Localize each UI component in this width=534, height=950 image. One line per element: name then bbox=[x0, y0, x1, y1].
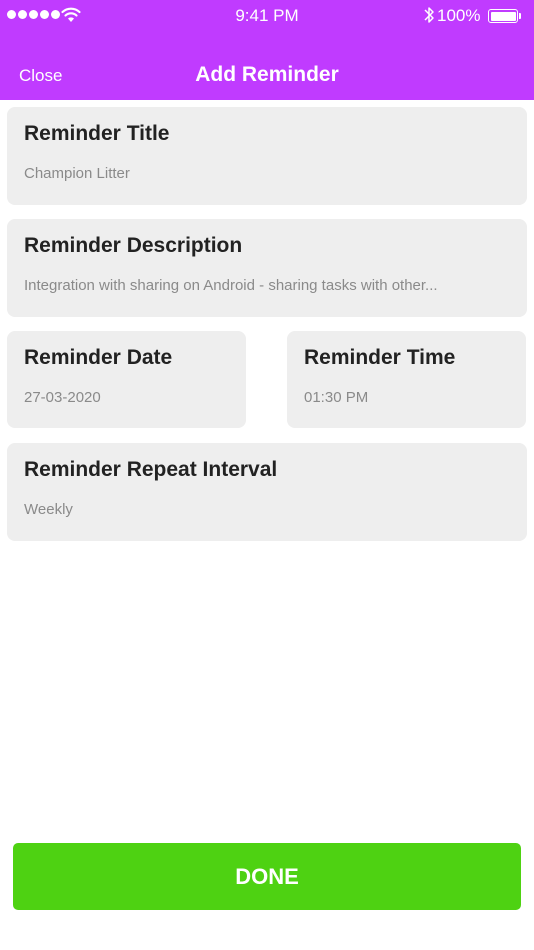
reminder-title-value: Champion Litter bbox=[24, 165, 130, 182]
page-title: Add Reminder bbox=[195, 63, 339, 86]
battery-tip bbox=[519, 13, 521, 19]
reminder-date-field[interactable]: Reminder Date 27-03-2020 bbox=[7, 331, 246, 428]
reminder-description-label: Reminder Description bbox=[24, 234, 243, 257]
battery-percent: 100% bbox=[437, 6, 481, 25]
reminder-repeat-field[interactable]: Reminder Repeat Interval Weekly bbox=[7, 443, 527, 541]
reminder-time-field[interactable]: Reminder Time 01:30 PM bbox=[287, 331, 526, 428]
reminder-time-label: Reminder Time bbox=[304, 346, 456, 369]
reminder-title-field[interactable]: Reminder Title Champion Litter bbox=[7, 107, 527, 205]
reminder-description-value: Integration with sharing on Android - sh… bbox=[24, 277, 438, 294]
done-button[interactable]: DONE bbox=[13, 843, 521, 910]
reminder-title-label: Reminder Title bbox=[24, 122, 170, 145]
reminder-repeat-value: Weekly bbox=[24, 501, 73, 518]
status-bar: 9:41 PM 100% bbox=[0, 0, 534, 32]
header-bar: 9:41 PM 100% Close Add Reminder bbox=[0, 0, 534, 100]
reminder-description-field[interactable]: Reminder Description Integration with sh… bbox=[7, 219, 527, 317]
bluetooth-icon bbox=[424, 7, 434, 23]
reminder-repeat-label: Reminder Repeat Interval bbox=[24, 458, 278, 481]
reminder-date-value: 27-03-2020 bbox=[24, 389, 101, 406]
battery-icon bbox=[488, 9, 518, 23]
reminder-time-value: 01:30 PM bbox=[304, 389, 369, 406]
reminder-date-label: Reminder Date bbox=[24, 346, 173, 369]
